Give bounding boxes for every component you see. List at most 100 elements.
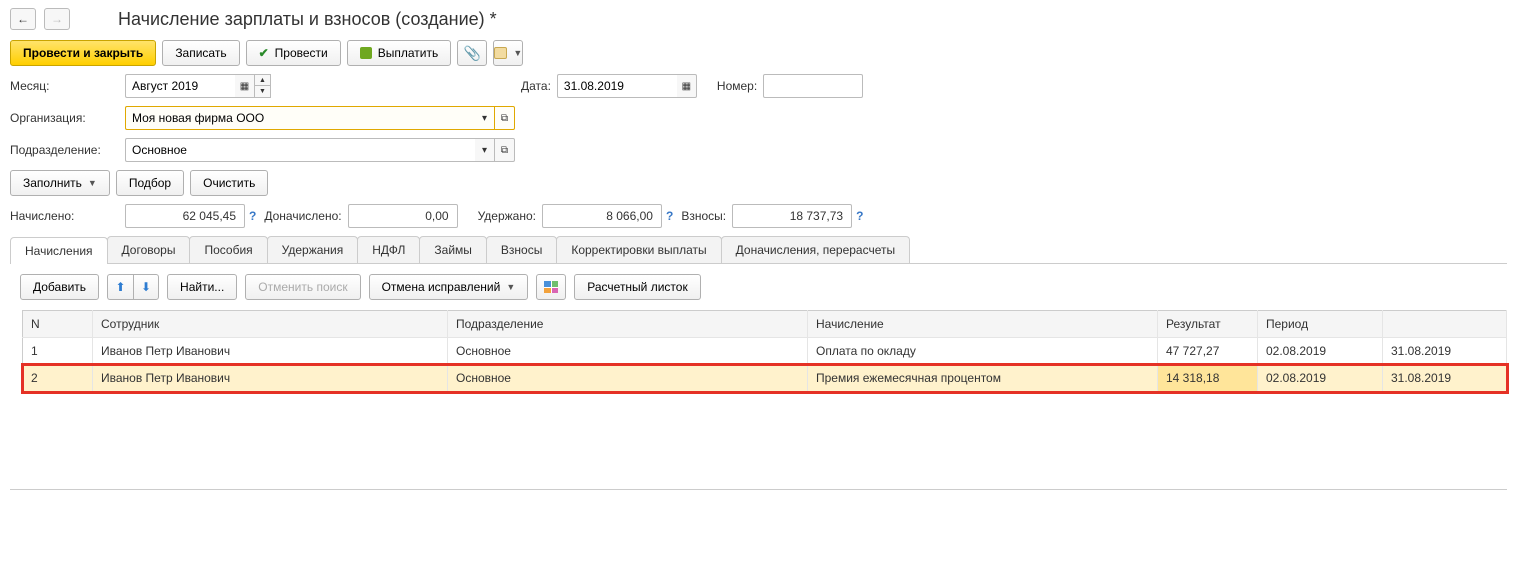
- tab-ndfl[interactable]: НДФЛ: [357, 236, 420, 263]
- number-input[interactable]: [763, 74, 863, 98]
- find-button[interactable]: Найти...: [167, 274, 237, 300]
- dept-input[interactable]: [125, 138, 475, 162]
- tab-accruals[interactable]: Начисления: [10, 237, 108, 264]
- clear-button[interactable]: Очистить: [190, 170, 268, 196]
- cell-period-from: 02.08.2019: [1258, 338, 1383, 365]
- save-button[interactable]: Записать: [162, 40, 239, 66]
- month-spin-down[interactable]: ▼: [255, 86, 271, 98]
- cell-n: 2: [23, 365, 93, 392]
- org-field-group: ▾ ⧉: [125, 106, 515, 130]
- accrued-label: Начислено:: [10, 209, 125, 223]
- cell-period-from: 02.08.2019: [1258, 365, 1383, 392]
- tab-deductions[interactable]: Удержания: [267, 236, 359, 263]
- grid-settings-button[interactable]: [536, 274, 566, 300]
- date-calendar-button[interactable]: ▦: [677, 74, 697, 98]
- withheld-help[interactable]: ?: [666, 209, 673, 223]
- tab-contracts[interactable]: Договоры: [107, 236, 191, 263]
- add-row-button[interactable]: Добавить: [20, 274, 99, 300]
- chevron-down-icon: ▼: [88, 178, 97, 188]
- calendar-icon: ▦: [240, 81, 249, 92]
- paperclip-icon: 📎: [464, 45, 481, 62]
- col-result[interactable]: Результат: [1158, 311, 1258, 338]
- page-title: Начисление зарплаты и взносов (создание)…: [78, 9, 497, 30]
- attach-button[interactable]: 📎: [457, 40, 487, 66]
- pay-button-label: Выплатить: [378, 46, 439, 60]
- date-label: Дата:: [521, 79, 551, 93]
- calc-sheet-button[interactable]: Расчетный листок: [574, 274, 700, 300]
- col-period[interactable]: Период: [1258, 311, 1383, 338]
- contrib-label: Взносы:: [681, 209, 726, 223]
- nav-back-button[interactable]: ←: [10, 8, 36, 30]
- arrow-down-icon: ⬇: [141, 280, 151, 294]
- dept-label: Подразделение:: [10, 143, 125, 157]
- pay-icon: [360, 47, 372, 59]
- date-input[interactable]: [557, 74, 677, 98]
- tab-bar: Начисления Договоры Пособия Удержания НД…: [10, 236, 1507, 264]
- chevron-down-icon: ▼: [259, 88, 266, 95]
- table-row[interactable]: 2 Иванов Петр Иванович Основное Премия е…: [23, 365, 1507, 392]
- cell-accrual: Премия ежемесячная процентом: [808, 365, 1158, 392]
- cell-result: 14 318,18: [1158, 365, 1258, 392]
- post-and-close-button[interactable]: Провести и закрыть: [10, 40, 156, 66]
- month-calendar-button[interactable]: ▦: [235, 74, 255, 98]
- cancel-fix-label: Отмена исправлений: [382, 280, 501, 294]
- withheld-label: Удержано:: [478, 209, 536, 223]
- col-n[interactable]: N: [23, 311, 93, 338]
- month-spin-up[interactable]: ▲: [255, 74, 271, 86]
- chevron-down-icon: ▼: [506, 282, 515, 292]
- date-field-group: ▦: [557, 74, 697, 98]
- tab-loans[interactable]: Займы: [419, 236, 487, 263]
- arrow-right-icon: →: [51, 12, 63, 26]
- pay-button[interactable]: Выплатить: [347, 40, 452, 66]
- org-label: Организация:: [10, 111, 125, 125]
- open-icon: ⧉: [501, 113, 508, 124]
- misc-icon: [494, 47, 507, 59]
- arrow-left-icon: ←: [17, 12, 29, 26]
- move-up-button[interactable]: ⬆: [107, 274, 133, 300]
- fill-button-label: Заполнить: [23, 176, 82, 190]
- calendar-icon: ▦: [682, 81, 691, 92]
- month-input[interactable]: [125, 74, 235, 98]
- more-button[interactable]: ▼: [493, 40, 523, 66]
- tab-extra[interactable]: Доначисления, перерасчеты: [721, 236, 910, 263]
- move-down-button[interactable]: ⬇: [133, 274, 159, 300]
- post-button[interactable]: ✔ Провести: [246, 40, 341, 66]
- chevron-down-icon: ▾: [482, 145, 487, 156]
- extra-accrued-value: 0,00: [348, 204, 458, 228]
- dept-dropdown-button[interactable]: ▾: [475, 138, 495, 162]
- post-button-label: Провести: [275, 46, 328, 60]
- col-department[interactable]: Подразделение: [448, 311, 808, 338]
- tab-benefits[interactable]: Пособия: [189, 236, 267, 263]
- col-period-to[interactable]: [1383, 311, 1507, 338]
- accrued-value: 62 045,45: [125, 204, 245, 228]
- cell-period-to: 31.08.2019: [1383, 365, 1507, 392]
- contrib-value: 18 737,73: [732, 204, 852, 228]
- table-header-row: N Сотрудник Подразделение Начисление Рез…: [23, 311, 1507, 338]
- cell-accrual: Оплата по окладу: [808, 338, 1158, 365]
- org-dropdown-button[interactable]: ▾: [475, 106, 495, 130]
- cancel-fix-button[interactable]: Отмена исправлений ▼: [369, 274, 529, 300]
- tab-contributions[interactable]: Взносы: [486, 236, 557, 263]
- org-input[interactable]: [125, 106, 475, 130]
- accrued-help[interactable]: ?: [249, 209, 256, 223]
- col-employee[interactable]: Сотрудник: [93, 311, 448, 338]
- cancel-search-button[interactable]: Отменить поиск: [245, 274, 360, 300]
- dept-open-button[interactable]: ⧉: [495, 138, 515, 162]
- table-row[interactable]: 1 Иванов Петр Иванович Основное Оплата п…: [23, 338, 1507, 365]
- dept-field-group: ▾ ⧉: [125, 138, 515, 162]
- chevron-up-icon: ▲: [259, 77, 266, 84]
- month-field-group: ▦ ▲ ▼: [125, 74, 271, 98]
- fill-button[interactable]: Заполнить ▼: [10, 170, 110, 196]
- month-label: Месяц:: [10, 79, 125, 93]
- tab-corrections[interactable]: Корректировки выплаты: [556, 236, 721, 263]
- contrib-help[interactable]: ?: [856, 209, 863, 223]
- cell-employee: Иванов Петр Иванович: [93, 338, 448, 365]
- cell-n: 1: [23, 338, 93, 365]
- col-accrual[interactable]: Начисление: [808, 311, 1158, 338]
- org-open-button[interactable]: ⧉: [495, 106, 515, 130]
- cell-result: 47 727,27: [1158, 338, 1258, 365]
- move-row-group: ⬆ ⬇: [107, 274, 159, 300]
- pick-button[interactable]: Подбор: [116, 170, 184, 196]
- number-label: Номер:: [717, 79, 757, 93]
- nav-forward-button[interactable]: →: [44, 8, 70, 30]
